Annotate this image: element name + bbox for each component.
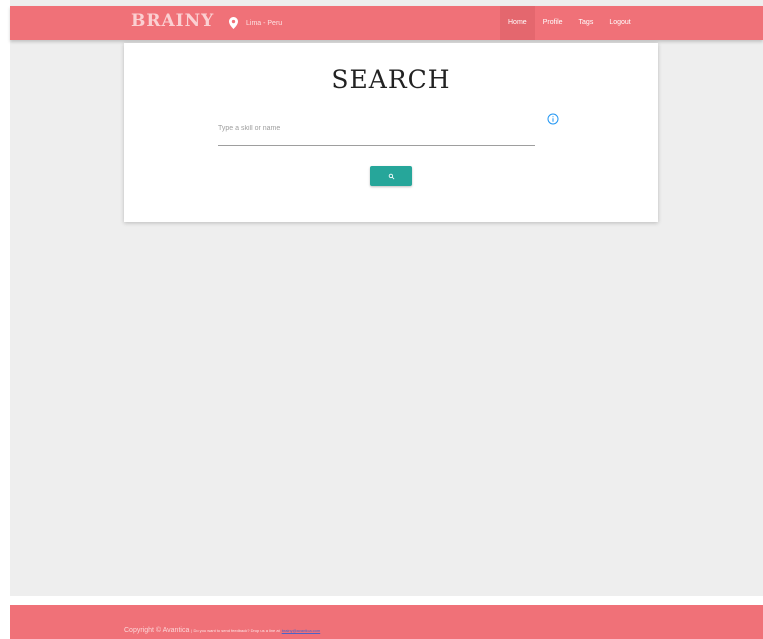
search-input[interactable] bbox=[218, 111, 535, 146]
nav-item-home[interactable]: Home bbox=[500, 6, 535, 40]
navbar: BRAINY Lima - Peru Home Profile Tags Log… bbox=[10, 6, 763, 40]
search-card: SEARCH bbox=[124, 43, 658, 222]
map-marker-icon bbox=[229, 17, 238, 29]
nav-item-tags[interactable]: Tags bbox=[571, 6, 602, 40]
search-icon bbox=[388, 173, 394, 179]
footer-copyright: Copyright © Avantica bbox=[124, 627, 190, 634]
brand-logo[interactable]: BRAINY bbox=[131, 11, 214, 31]
search-field bbox=[218, 111, 535, 146]
info-circle-icon[interactable] bbox=[547, 113, 559, 125]
nav-menu: Home Profile Tags Logout bbox=[500, 6, 639, 40]
footer-email-link[interactable]: brainy@avantica.com bbox=[282, 628, 321, 633]
footer: Copyright © Avantica | Do you want to se… bbox=[10, 605, 763, 639]
footer-note: | Do you want to send feedback? Drop us … bbox=[191, 628, 280, 633]
nav-item-profile[interactable]: Profile bbox=[535, 6, 571, 40]
location-text: Lima - Peru bbox=[246, 19, 283, 27]
search-button[interactable] bbox=[370, 166, 412, 186]
location: Lima - Peru bbox=[229, 6, 282, 40]
footer-text: Copyright © Avantica | Do you want to se… bbox=[124, 627, 320, 634]
nav-item-logout[interactable]: Logout bbox=[601, 6, 638, 40]
page-title: SEARCH bbox=[331, 65, 451, 94]
